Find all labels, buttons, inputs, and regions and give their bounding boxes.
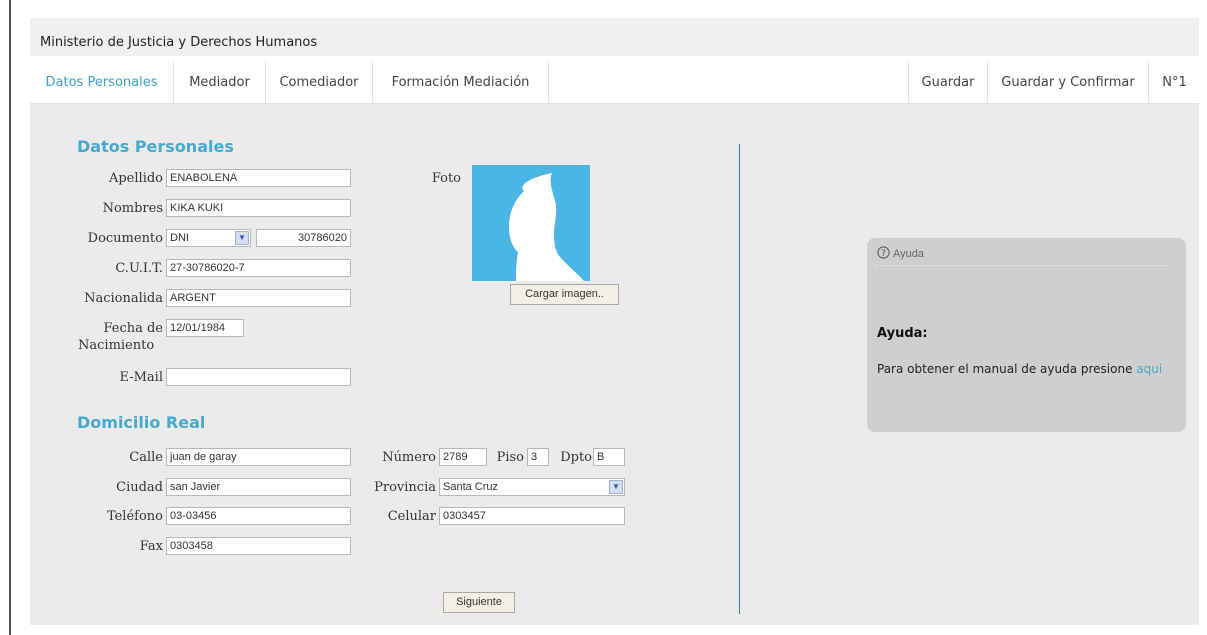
email-input[interactable]	[166, 368, 351, 386]
help-divider	[875, 265, 1167, 266]
cargar-imagen-button[interactable]: Cargar imagen..	[510, 284, 619, 305]
apellido-label: Apellido	[108, 171, 163, 186]
calle-label: Calle	[129, 450, 163, 465]
cuit-input[interactable]: 27-30786020-7	[166, 259, 351, 277]
help-header-label: Ayuda	[893, 248, 924, 260]
svg-text:?: ?	[881, 249, 886, 259]
tab-datos-personales[interactable]: Datos Personales	[30, 62, 174, 103]
window-left-border	[9, 0, 11, 635]
tab-formacion-mediacion[interactable]: Formación Mediación	[373, 62, 549, 103]
fecha-nacimiento-label: Fecha de	[103, 321, 163, 336]
nav-bar: Datos Personales Mediador Comediador For…	[30, 62, 1199, 104]
help-text: Para obtener el manual de ayuda presione…	[877, 361, 1167, 377]
fecha-nacimiento-input[interactable]: 12/01/1984	[166, 319, 244, 337]
column-divider	[739, 144, 740, 614]
ciudad-input[interactable]: san Javier	[166, 478, 351, 496]
question-icon: ?	[877, 246, 890, 259]
siguiente-button[interactable]: Siguiente	[443, 592, 515, 613]
nacionalidad-label: Nacionalida	[84, 291, 163, 306]
ciudad-label: Ciudad	[116, 480, 163, 495]
documento-tipo-select[interactable]: DNI ▼	[166, 229, 251, 247]
tab-comediador[interactable]: Comediador	[266, 62, 373, 103]
help-panel: ? Ayuda Ayuda: Para obtener el manual de…	[867, 238, 1186, 432]
guardar-confirmar-button[interactable]: Guardar y Confirmar	[987, 62, 1148, 103]
piso-input[interactable]: 3	[527, 448, 549, 466]
provincia-label: Provincia	[374, 480, 436, 495]
documento-label: Documento	[87, 231, 163, 246]
calle-input[interactable]: juan de garay	[166, 448, 351, 466]
dpto-label: Dpto	[560, 450, 592, 465]
help-title: Ayuda:	[877, 326, 928, 341]
guardar-button[interactable]: Guardar	[908, 62, 987, 103]
help-link[interactable]: aqui	[1136, 362, 1162, 376]
piso-label: Piso	[496, 450, 524, 465]
nacionalidad-input[interactable]: ARGENT	[166, 289, 351, 307]
apellido-input[interactable]: ENABOLENA	[166, 169, 351, 187]
help-header: ? Ayuda	[877, 246, 924, 260]
chevron-down-icon[interactable]: ▼	[609, 480, 623, 494]
foto-label: Foto	[431, 171, 461, 186]
celular-label: Celular	[387, 509, 436, 524]
telefono-label: Teléfono	[106, 509, 163, 524]
cuit-label: C.U.I.T.	[115, 261, 163, 276]
documento-numero-input[interactable]: 30786020	[256, 229, 351, 247]
datos-personales-title: Datos Personales	[77, 137, 234, 156]
nombres-label: Nombres	[102, 201, 163, 216]
person-silhouette-icon	[509, 173, 584, 281]
chevron-down-icon[interactable]: ▼	[235, 231, 249, 245]
numero-input[interactable]: 2789	[439, 448, 487, 466]
provincia-select[interactable]: Santa Cruz ▼	[439, 478, 625, 496]
main-panel: Datos Personales Apellido ENABOLENA Nomb…	[30, 104, 1199, 625]
numero-label: Número	[382, 450, 436, 465]
photo-placeholder	[472, 165, 590, 281]
celular-input[interactable]: 0303457	[439, 507, 625, 525]
nombres-input[interactable]: KIKA KUKI	[166, 199, 351, 217]
dpto-input[interactable]: B	[593, 448, 625, 466]
app-header: Ministerio de Justicia y Derechos Humano…	[30, 18, 1199, 56]
fax-label: Fax	[139, 539, 163, 554]
domicilio-real-title: Domicilio Real	[77, 413, 206, 432]
provincia-value: Santa Cruz	[443, 481, 499, 493]
app-title: Ministerio de Justicia y Derechos Humano…	[40, 35, 318, 50]
fecha-nacimiento-label-2: Nacimiento	[78, 338, 155, 353]
record-number: N°1	[1148, 62, 1200, 103]
email-label: E-Mail	[119, 370, 163, 385]
fax-input[interactable]: 0303458	[166, 537, 351, 555]
help-text-body: Para obtener el manual de ayuda presione	[877, 362, 1133, 376]
telefono-input[interactable]: 03-03456	[166, 507, 351, 525]
documento-tipo-value: DNI	[170, 232, 189, 244]
tab-mediador[interactable]: Mediador	[174, 62, 266, 103]
